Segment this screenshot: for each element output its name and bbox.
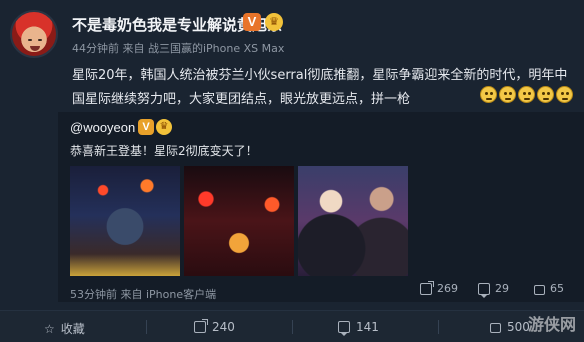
- verified-badge-icon[interactable]: V: [243, 13, 261, 31]
- repost-image-3[interactable]: [298, 166, 408, 276]
- thumbs-up-icon: [490, 323, 501, 333]
- share-icon: [194, 319, 208, 333]
- comment-icon: [338, 321, 350, 336]
- repost-verified-badge-icon[interactable]: V: [138, 119, 154, 135]
- thumbs-up-icon: [534, 284, 545, 295]
- post-meta: 44分钟前 来自 战三国赢的iPhone XS Max: [72, 42, 285, 55]
- comment-count: 141: [356, 320, 379, 334]
- repost-card: @wooyeon V ♛ 恭喜新王登基！星际2彻底变天了！ 53分钟前 来自 i…: [58, 112, 584, 302]
- watermark: 游侠网: [527, 315, 576, 334]
- avatar-eye: [38, 39, 42, 41]
- emoji-row: [480, 86, 573, 103]
- repost-image-1[interactable]: [70, 166, 180, 276]
- sad-emoji-icon: [499, 86, 516, 103]
- user-avatar[interactable]: [10, 10, 58, 58]
- member-crown-icon[interactable]: ♛: [265, 13, 283, 31]
- repost-text: 恭喜新王登基！星际2彻底变天了！: [70, 144, 258, 158]
- like-count: 500: [507, 320, 530, 334]
- repost-image-2[interactable]: [184, 166, 294, 276]
- repost-crown-icon[interactable]: ♛: [156, 119, 172, 135]
- repost-like-count: 65: [550, 282, 564, 295]
- sad-emoji-icon: [556, 86, 573, 103]
- repost-comment-count: 29: [495, 282, 509, 295]
- sad-emoji-icon: [480, 86, 497, 103]
- weibo-post: 不是毒奶色我是专业解说黄旭东 V ♛ 44分钟前 来自 战三国赢的iPhone …: [0, 0, 584, 310]
- divider: [292, 320, 293, 334]
- like-button[interactable]: 500: [490, 320, 530, 334]
- comment-icon: [478, 282, 490, 298]
- favorite-button[interactable]: ☆ 收藏: [44, 320, 85, 337]
- share-button[interactable]: 240: [194, 319, 235, 334]
- repost-like-button[interactable]: 65: [534, 282, 564, 295]
- star-icon: ☆: [44, 321, 55, 336]
- repost-username[interactable]: @wooyeon: [70, 120, 135, 135]
- share-count: 240: [212, 320, 235, 334]
- avatar-eye: [28, 39, 32, 41]
- avatar-mouth: [30, 46, 40, 51]
- sad-emoji-icon: [537, 86, 554, 103]
- divider: [438, 320, 439, 334]
- comment-button[interactable]: 141: [338, 320, 379, 336]
- repost-share-count: 269: [437, 282, 458, 295]
- share-icon: [420, 280, 434, 295]
- sad-emoji-icon: [518, 86, 535, 103]
- divider: [146, 320, 147, 334]
- post-action-bar: ☆ 收藏 240 141 500: [0, 310, 584, 342]
- repost-meta: 53分钟前 来自 iPhone客户端: [70, 288, 217, 301]
- favorite-label: 收藏: [60, 322, 85, 336]
- repost-share-button[interactable]: 269: [420, 280, 458, 295]
- repost-comment-button[interactable]: 29: [478, 282, 509, 298]
